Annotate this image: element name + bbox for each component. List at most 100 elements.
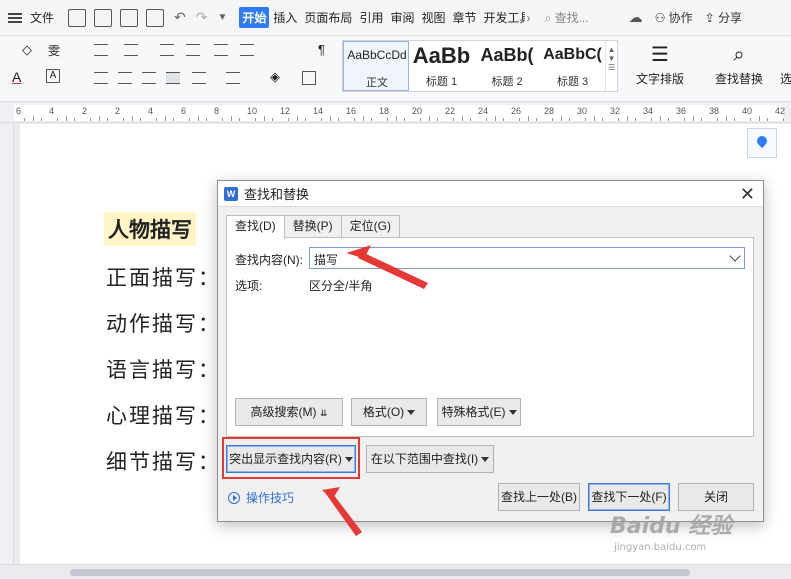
bullet-list-icon[interactable] bbox=[94, 44, 108, 56]
find-next-button[interactable]: 查找下一处(F) bbox=[588, 483, 670, 511]
numbered-list-icon[interactable] bbox=[124, 44, 138, 56]
sort-icon[interactable] bbox=[214, 44, 228, 56]
find-previous-button[interactable]: 查找上一处(B) bbox=[498, 483, 580, 511]
location-pin-icon[interactable] bbox=[747, 128, 777, 158]
print-icon[interactable] bbox=[120, 8, 139, 27]
ruler-tick bbox=[354, 118, 356, 121]
tab-insert[interactable]: 插入 bbox=[270, 7, 300, 28]
tab-review[interactable]: 审阅 bbox=[387, 7, 417, 28]
eraser-icon[interactable]: ◇ bbox=[22, 42, 32, 58]
text-layout-button[interactable]: ☰ 文字排版 bbox=[632, 40, 688, 87]
doc-line: 动作描写： bbox=[106, 312, 221, 336]
export-pdf-icon[interactable] bbox=[94, 8, 113, 27]
line-spacing-icon[interactable] bbox=[226, 72, 240, 84]
ruler-tick bbox=[288, 118, 290, 121]
print-preview-icon[interactable] bbox=[146, 8, 165, 27]
ruler-tick bbox=[659, 116, 661, 121]
ruler-number: 36 bbox=[676, 106, 687, 116]
chevron-right-icon[interactable]: › bbox=[527, 11, 531, 25]
tab-find[interactable]: 查找(D) bbox=[226, 215, 285, 239]
text-layout-icon: ☰ bbox=[651, 44, 669, 66]
tab-goto[interactable]: 定位(G) bbox=[340, 215, 400, 237]
tab-page-layout[interactable]: 页面布局 bbox=[301, 7, 355, 28]
tab-home[interactable]: 开始 bbox=[239, 7, 270, 28]
align-center-icon[interactable] bbox=[118, 72, 132, 84]
ruler-tick bbox=[428, 116, 430, 121]
tab-view[interactable]: 视图 bbox=[418, 7, 448, 28]
format-button[interactable]: 格式(O) bbox=[351, 398, 427, 426]
ruler-tick bbox=[197, 116, 199, 121]
more-button[interactable]: 选 bbox=[780, 70, 791, 87]
tab-developer[interactable]: 开发工具 bbox=[481, 7, 525, 28]
menu-icon[interactable] bbox=[8, 12, 22, 23]
tab-references[interactable]: 引用 bbox=[356, 7, 386, 28]
shading-icon[interactable]: ◈ bbox=[270, 69, 280, 85]
tab-chapter[interactable]: 章节 bbox=[449, 7, 479, 28]
ruler-tick bbox=[552, 118, 554, 121]
highlight-find-button[interactable]: 突出显示查找内容(R) bbox=[226, 445, 356, 473]
ruler-tick bbox=[40, 118, 42, 121]
collaborate-button[interactable]: ⚇ 协作 bbox=[655, 9, 693, 26]
file-menu[interactable]: 文件 bbox=[30, 9, 54, 26]
ruler-tick bbox=[403, 118, 405, 121]
find-input[interactable]: 描写 bbox=[309, 247, 745, 269]
ruler-number: 30 bbox=[577, 106, 588, 116]
style-heading-1[interactable]: AaBb 标题 1 bbox=[409, 41, 475, 91]
ruler-scale[interactable]: 6 4 2 2 4 6 8 10 12 14 16 18 20 22 24 26 28 30 32 34 36 38 40 4… bbox=[14, 105, 785, 121]
font-color-icon[interactable]: A bbox=[12, 69, 21, 85]
ruler-tick bbox=[57, 118, 59, 121]
ruler-number: 6 bbox=[16, 106, 22, 116]
horizontal-scrollbar[interactable] bbox=[0, 564, 791, 579]
doc-title: 人物描写 bbox=[104, 212, 196, 246]
ruler-tick bbox=[568, 118, 570, 121]
close-icon[interactable]: ✕ bbox=[740, 184, 755, 204]
quick-access-dropdown-icon[interactable]: ▼ bbox=[217, 12, 227, 23]
find-in-scope-button[interactable]: 在以下范围中查找(I) bbox=[366, 445, 494, 473]
find-replace-button[interactable]: ⌕ 查找替换 bbox=[708, 40, 770, 87]
tab-replace[interactable]: 替换(P) bbox=[283, 215, 342, 237]
close-button[interactable]: 关闭 bbox=[678, 483, 754, 511]
ruler-number: 16 bbox=[346, 106, 357, 116]
share-button[interactable]: ⇪ 分享 bbox=[705, 9, 742, 26]
justify-icon[interactable] bbox=[166, 72, 180, 84]
increase-indent-icon[interactable] bbox=[186, 44, 200, 56]
ruler-tick bbox=[601, 118, 603, 121]
ruler-tick bbox=[717, 118, 719, 121]
paragraph-mark-icon[interactable]: ¶ bbox=[318, 42, 325, 57]
ruler-tick bbox=[230, 116, 232, 121]
doc-line: 正面描写： bbox=[106, 266, 221, 290]
redo-icon[interactable]: ↷ bbox=[196, 9, 208, 26]
search-box[interactable]: ⌕ 查找... bbox=[545, 9, 589, 26]
ruler-tick bbox=[733, 118, 735, 121]
decrease-indent-icon[interactable] bbox=[160, 44, 174, 56]
phonetic-icon[interactable]: 雯 bbox=[48, 42, 60, 59]
special-format-button[interactable]: 特殊格式(E) bbox=[437, 398, 521, 426]
char-border-icon[interactable]: A bbox=[46, 69, 60, 83]
show-marks-icon[interactable] bbox=[240, 44, 254, 56]
ruler-tick bbox=[90, 118, 92, 121]
save-icon[interactable] bbox=[68, 8, 87, 27]
align-right-icon[interactable] bbox=[142, 72, 156, 84]
advanced-search-button[interactable]: 高级搜索(M) ⇊ bbox=[235, 398, 343, 426]
menu-bar: 文件 ↶ ↷ ▼ 开始 插入 页面布局 引用 审阅 视图 章节 开发工具 › ⌕… bbox=[0, 0, 791, 36]
ruler-number: 2 bbox=[115, 106, 121, 116]
style-heading-2[interactable]: AaBb( 标题 2 bbox=[474, 41, 540, 91]
ruler-number: 38 bbox=[709, 106, 720, 116]
cloud-icon[interactable]: ☁ bbox=[629, 9, 643, 26]
scrollbar-thumb[interactable] bbox=[70, 569, 690, 576]
dialog-titlebar[interactable]: W 查找和替换 ✕ bbox=[218, 181, 763, 207]
search-icon: ⌕ bbox=[544, 11, 555, 25]
style-normal[interactable]: AaBbCcDd 正文 bbox=[343, 41, 409, 91]
watermark-text: Baidu 经验 bbox=[610, 514, 733, 539]
undo-icon[interactable]: ↶ bbox=[174, 9, 186, 26]
align-left-icon[interactable] bbox=[94, 72, 108, 84]
gallery-scroll[interactable]: ▲ ▼ ☰ bbox=[605, 41, 617, 91]
magnifier-icon: ⌕ bbox=[733, 44, 745, 66]
tips-link[interactable]: 操作技巧 bbox=[228, 489, 294, 506]
style-heading-3[interactable]: AaBbC( 标题 3 bbox=[540, 41, 606, 91]
ruler-tick bbox=[783, 118, 785, 121]
distribute-icon[interactable] bbox=[192, 72, 206, 84]
ruler-number: 26 bbox=[511, 106, 522, 116]
ruler-tick bbox=[519, 118, 521, 121]
borders-icon[interactable] bbox=[302, 71, 316, 85]
